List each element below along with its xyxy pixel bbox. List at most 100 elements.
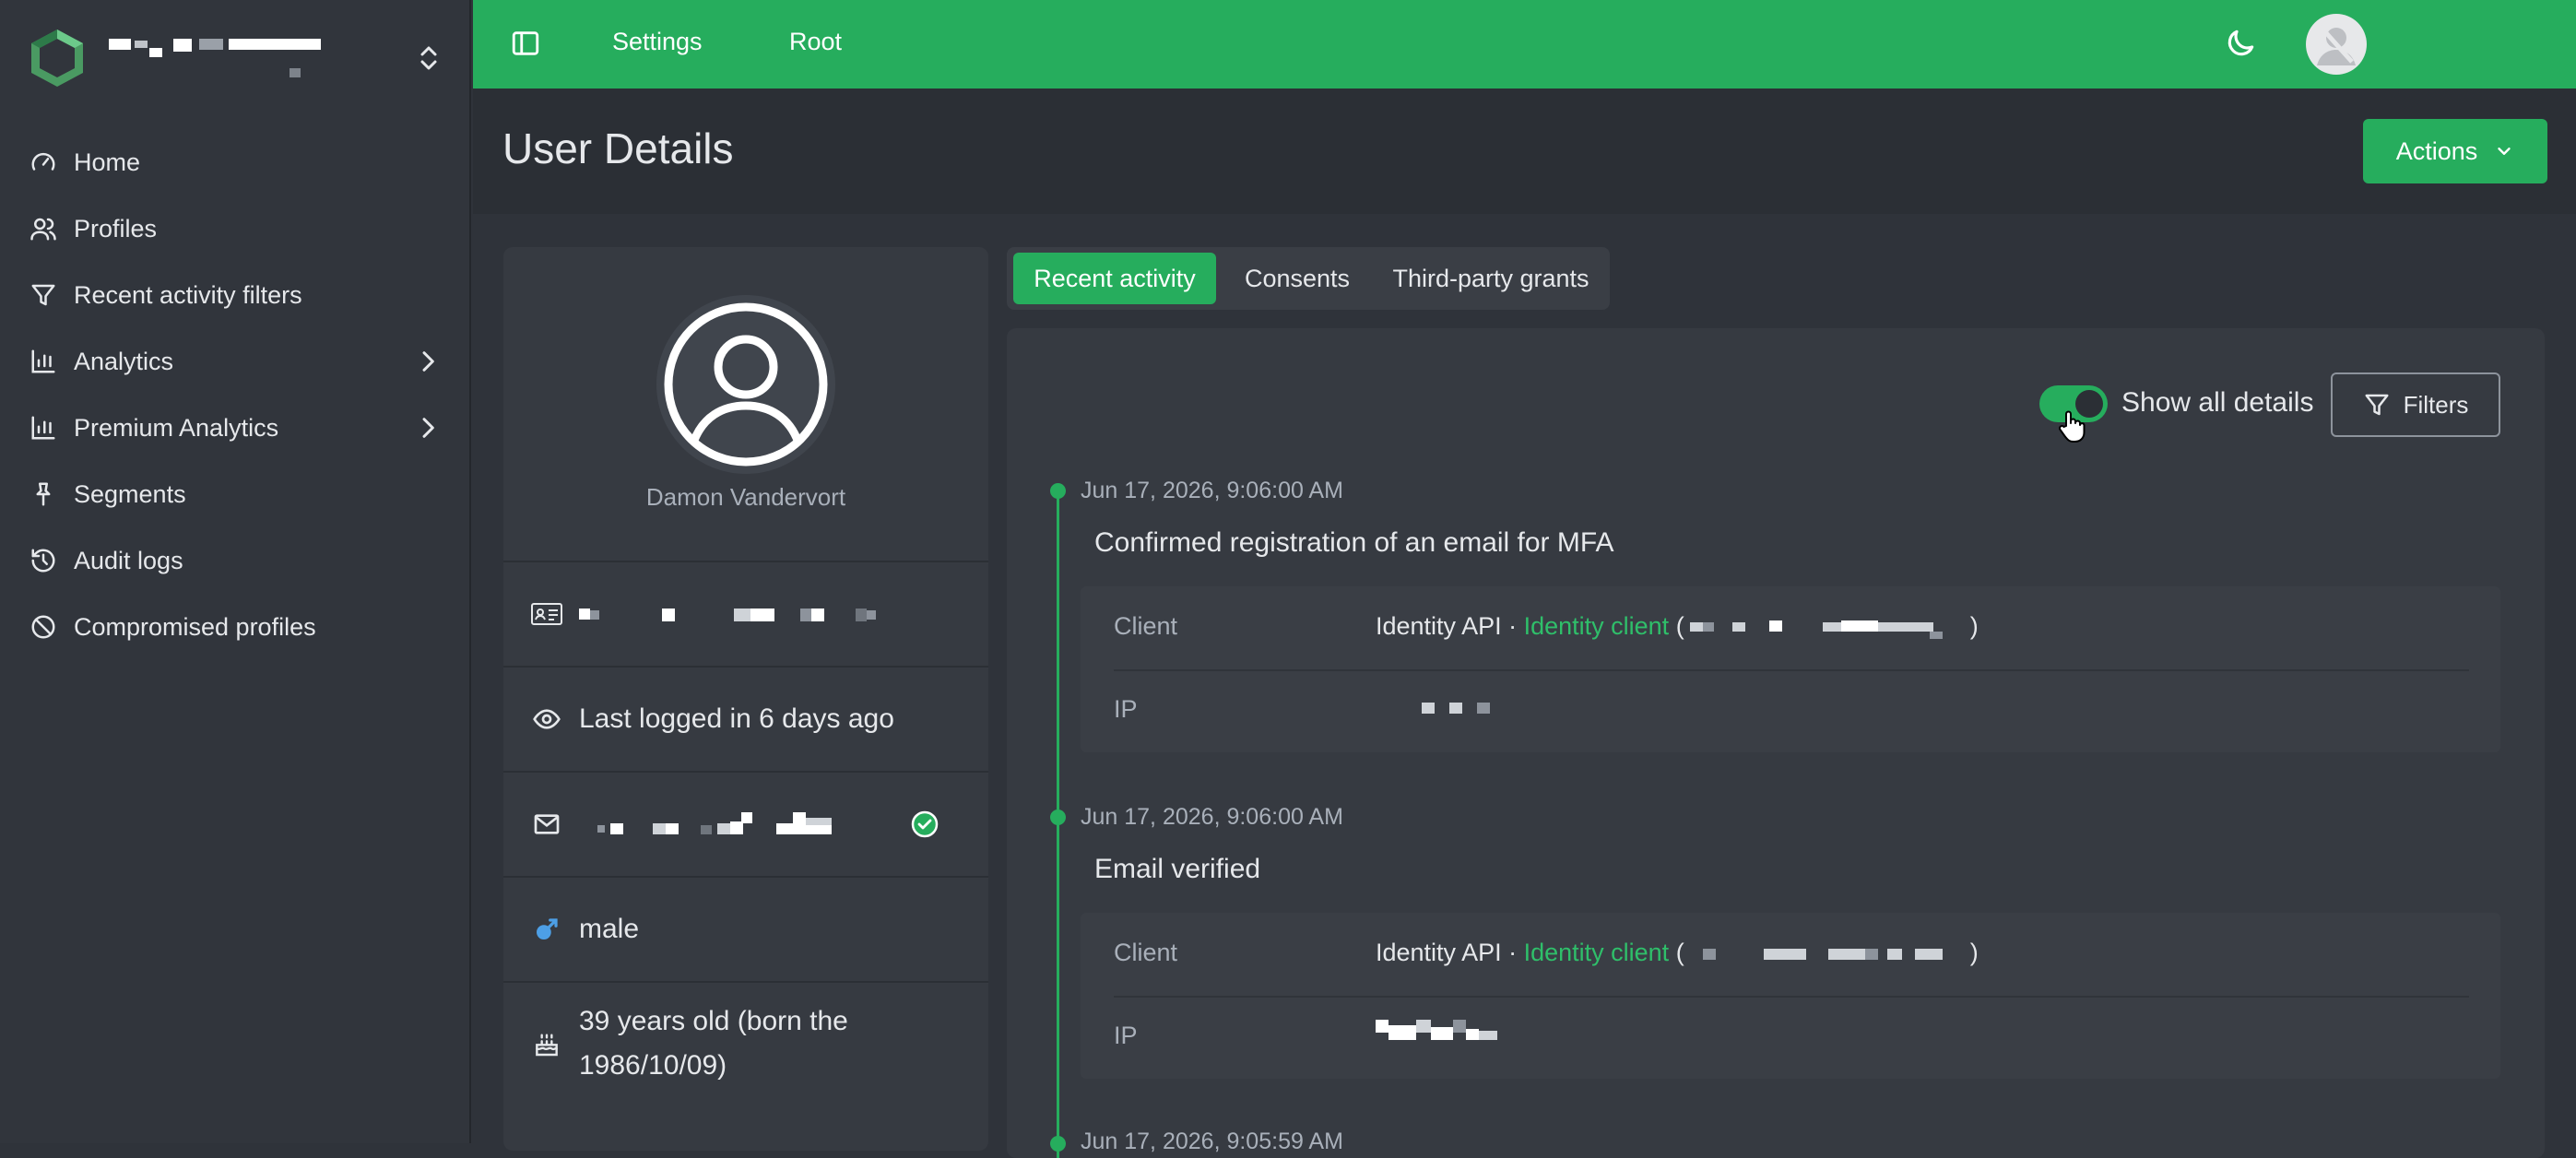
sidebar-item-home[interactable]: Home [28,129,443,195]
sidebar-item-premium-analytics[interactable]: Premium Analytics [28,395,443,461]
id-card-icon [531,598,562,630]
client-separator: · [1501,612,1524,640]
activity-panel: Show all details Filters Jun 17, 2026, 9… [1007,328,2545,1158]
event-details: Client Identity API · Identity client ()… [1081,586,2500,752]
filter-icon [2365,394,2389,416]
hexagon-logo-icon [31,30,83,87]
sidebar-item-label: Recent activity filters [74,280,302,309]
client-api: Identity API [1376,612,1502,640]
chevron-updown-icon [420,46,437,70]
close-paren: ) [1969,939,1979,966]
top-bar: Settings Root [473,0,2576,89]
bar-chart-icon [28,412,59,443]
bar-chart-icon [28,346,59,377]
sidebar-nav: Home Profiles Recent activity filters An… [28,129,443,660]
ban-icon [28,611,59,643]
mail-icon [531,809,562,840]
filters-button[interactable]: Filters [2331,372,2500,437]
cake-icon [531,1028,562,1059]
open-paren: ( [1669,612,1684,640]
client-label: Client [1114,612,1178,640]
sidebar-item-label: Profiles [74,214,158,242]
hand-cursor-icon [2059,410,2086,443]
topbar-link-settings[interactable]: Settings [612,28,703,56]
sidebar-item-label: Segments [74,479,186,508]
close-paren: ) [1969,612,1979,640]
tab-third-party-grants[interactable]: Third-party grants [1376,253,1606,304]
timeline-dot [1050,1136,1066,1152]
user-circle-icon [664,302,828,467]
moon-icon[interactable] [2223,26,2258,61]
client-value: Identity API · Identity client () [1376,939,1979,967]
redacted-email [597,812,832,834]
chevron-right-icon [422,418,434,438]
sidebar-item-label: Premium Analytics [74,413,279,442]
timeline-dot [1050,483,1066,499]
page-title: User Details [502,124,734,172]
event-details: Client Identity API · Identity client ()… [1081,913,2500,1079]
timeline-dot [1050,809,1066,825]
profile-card: Damon Vandervort Last logged in 6 days a… [503,247,988,1151]
age-text: 39 years old (born the 1986/10/09) [579,999,848,1088]
tab-consents[interactable]: Consents [1223,253,1371,304]
tab-recent-activity[interactable]: Recent activity [1013,253,1216,304]
user-avatar-icon[interactable] [2306,14,2367,75]
sidebar: Home Profiles Recent activity filters An… [0,0,471,1143]
users-icon [28,213,59,244]
sidebar-item-compromised-profiles[interactable]: Compromised profiles [28,594,443,660]
sidebar-item-segments[interactable]: Segments [28,461,443,527]
sidebar-item-label: Audit logs [74,546,183,574]
age-line-1: 39 years old (born the [579,1006,848,1036]
client-link[interactable]: Identity client [1524,612,1670,640]
sidebar-item-label: Home [74,148,141,176]
actions-button[interactable]: Actions [2363,119,2547,183]
sidebar-item-audit-logs[interactable]: Audit logs [28,527,443,594]
profile-id-row [503,561,988,666]
page-header: User Details Actions [473,89,2576,214]
male-icon [531,914,562,945]
sidebar-item-analytics[interactable]: Analytics [28,328,443,395]
event-time: Jun 17, 2026, 9:06:00 AM [1081,478,1343,503]
ip-label: IP [1114,1022,1138,1049]
project-switcher[interactable] [28,28,443,89]
redacted-ip [1376,1020,1497,1040]
sidebar-toggle-icon[interactable] [510,28,541,59]
gender-row: male [503,876,988,981]
row-divider [1114,996,2469,998]
sidebar-item-label: Compromised profiles [74,612,316,641]
redacted-profile-id [579,609,876,621]
email-row [503,771,988,876]
row-divider [1114,669,2469,671]
sidebar-item-recent-activity-filters[interactable]: Recent activity filters [28,262,443,328]
gender-text: male [579,914,640,944]
sidebar-item-label: Analytics [74,347,174,375]
gauge-icon [28,147,59,178]
event-time: Jun 17, 2026, 9:06:00 AM [1081,804,1343,830]
detail-tabs: Recent activity Consents Third-party gra… [1007,247,1610,310]
profile-name: Damon Vandervort [645,483,846,511]
redacted-client-id [1689,620,1943,639]
client-separator: · [1501,939,1524,966]
event-title: Email verified [1094,854,1261,884]
eye-icon [531,703,562,735]
client-value: Identity API · Identity client () [1376,612,1979,641]
age-row: 39 years old (born the 1986/10/09) [503,981,988,1105]
event-time: Jun 17, 2026, 9:05:59 AM [1081,1128,1343,1154]
chevron-right-icon [422,351,434,372]
profile-avatar [656,295,835,474]
topbar-link-root[interactable]: Root [789,28,842,56]
last-login-row: Last logged in 6 days ago [503,666,988,771]
last-login-text: Last logged in 6 days ago [579,703,894,734]
filters-label: Filters [2403,390,2469,419]
history-icon [28,545,59,576]
client-api: Identity API [1376,939,1502,966]
open-paren: ( [1669,939,1684,966]
client-label: Client [1114,939,1178,966]
age-line-2: 1986/10/09) [579,1050,727,1081]
redacted-project-name [109,39,321,77]
ip-label: IP [1114,695,1138,723]
redacted-client-id [1702,948,1943,960]
event-title: Confirmed registration of an email for M… [1094,527,1614,558]
client-link[interactable]: Identity client [1524,939,1670,966]
sidebar-item-profiles[interactable]: Profiles [28,195,443,262]
